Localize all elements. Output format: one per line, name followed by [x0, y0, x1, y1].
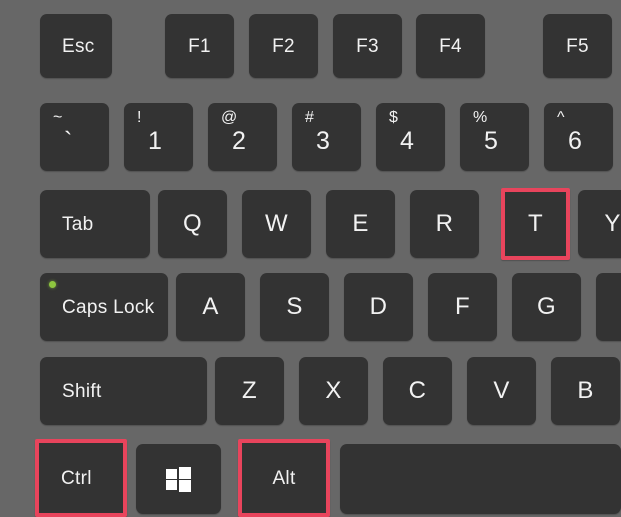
key-label: Alt [272, 467, 296, 489]
key-legend-shifted: ~ [53, 109, 63, 126]
key-tab[interactable]: Tab [40, 190, 150, 258]
key-label: Ctrl [61, 467, 92, 489]
key-label: Shift [62, 380, 102, 402]
key-label: B [577, 377, 594, 404]
key-label: Y [604, 210, 621, 237]
key-c[interactable]: C [383, 357, 452, 425]
key-esc[interactable]: Esc [40, 14, 112, 78]
key-f3[interactable]: F3 [333, 14, 402, 78]
key-label: Z [242, 377, 257, 404]
key-f1[interactable]: F1 [165, 14, 234, 78]
key-label: Q [183, 210, 202, 237]
key-x[interactable]: X [299, 357, 368, 425]
key-h[interactable]: H [596, 273, 621, 341]
key-label: W [265, 210, 288, 237]
key-r[interactable]: R [410, 190, 479, 258]
key-label: F [455, 293, 470, 320]
key-e[interactable]: E [326, 190, 395, 258]
key-win[interactable] [136, 444, 221, 514]
key-legend-primary: 5 [484, 127, 498, 155]
key-y[interactable]: Y [578, 190, 621, 258]
key-a[interactable]: A [176, 273, 245, 341]
key-legend-primary: 2 [232, 127, 246, 155]
key-t[interactable]: T [501, 188, 570, 260]
key-label: Caps Lock [62, 296, 155, 318]
key-legend-primary: 1 [148, 127, 162, 155]
key-label: A [202, 293, 219, 320]
key-legend-primary: 4 [400, 127, 414, 155]
key-digit3[interactable]: #3 [292, 103, 361, 171]
key-legend-shifted: ! [137, 109, 142, 126]
key-label: F1 [188, 35, 211, 57]
keyboard-illustration: Esc F1 F2 F3 F4 F5 ~ `! 1 @2 #3 $4% 5 ^ 6 Tab Q W E R T Y Caps… [0, 0, 621, 517]
key-q[interactable]: Q [158, 190, 227, 258]
key-backquote[interactable]: ~ ` [40, 103, 109, 171]
key-label: F2 [272, 35, 295, 57]
key-label: C [408, 377, 427, 404]
key-legend-shifted: ^ [557, 109, 565, 126]
key-s[interactable]: S [260, 273, 329, 341]
key-f5[interactable]: F5 [543, 14, 612, 78]
key-ctrl[interactable]: Ctrl [35, 439, 127, 517]
key-space[interactable] [340, 444, 621, 514]
key-label: F3 [356, 35, 379, 57]
key-label: G [537, 293, 556, 320]
key-capslock[interactable]: Caps Lock [40, 273, 168, 341]
key-digit1[interactable]: ! 1 [124, 103, 193, 171]
key-legend-shifted: @ [221, 109, 238, 126]
key-legend-shifted: # [305, 109, 314, 126]
key-d[interactable]: D [344, 273, 413, 341]
key-z[interactable]: Z [215, 357, 284, 425]
key-label: Tab [62, 213, 94, 235]
key-digit4[interactable]: $4 [376, 103, 445, 171]
key-g[interactable]: G [512, 273, 581, 341]
key-label: R [435, 210, 454, 237]
key-f2[interactable]: F2 [249, 14, 318, 78]
key-alt[interactable]: Alt [238, 439, 330, 517]
key-legend-shifted: $ [389, 109, 398, 126]
key-digit5[interactable]: % 5 [460, 103, 529, 171]
key-label: E [352, 210, 369, 237]
key-label: F4 [439, 35, 462, 57]
key-label: V [493, 377, 510, 404]
key-label: T [528, 210, 543, 237]
key-label: Esc [62, 35, 95, 57]
key-b[interactable]: B [551, 357, 620, 425]
key-label: D [369, 293, 388, 320]
key-legend-primary: 6 [568, 127, 582, 155]
windows-logo-icon [166, 467, 191, 492]
key-legend-primary: 3 [316, 127, 330, 155]
key-f4[interactable]: F4 [416, 14, 485, 78]
key-w[interactable]: W [242, 190, 311, 258]
key-v[interactable]: V [467, 357, 536, 425]
key-f[interactable]: F [428, 273, 497, 341]
key-legend-primary: ` [64, 127, 73, 155]
key-digit6[interactable]: ^ 6 [544, 103, 613, 171]
key-digit2[interactable]: @2 [208, 103, 277, 171]
key-label: F5 [566, 35, 589, 57]
caps-lock-led-indicator [49, 281, 56, 288]
key-label: S [286, 293, 303, 320]
key-shift[interactable]: Shift [40, 357, 207, 425]
key-legend-shifted: % [473, 109, 488, 126]
key-label: X [325, 377, 342, 404]
